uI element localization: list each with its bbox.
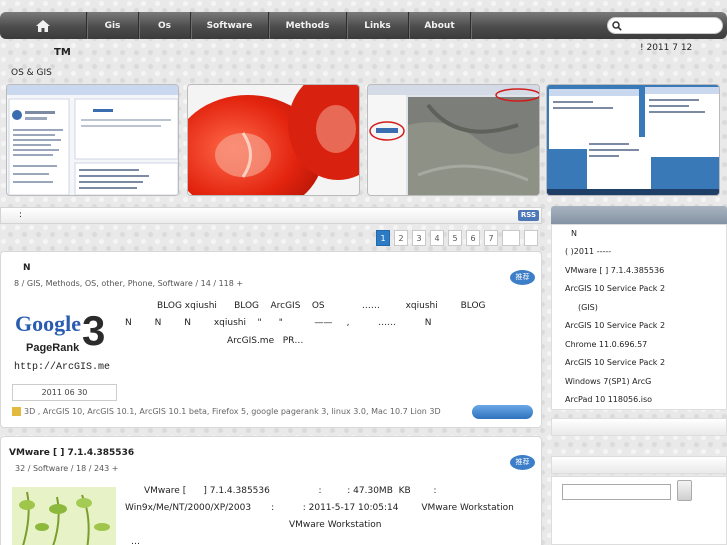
slide-arcgis-map-window[interactable] — [367, 84, 540, 196]
sidebar-item[interactable]: ArcGIS 10 Service Pack 2 — [565, 321, 665, 330]
sidebar-search-header — [551, 456, 727, 474]
sidebar-item[interactable]: ArcGIS 10 Service Pack 2 — [565, 358, 665, 367]
post-excerpt-line: VMware Workstation — [289, 520, 382, 530]
site-date: ! 2011 7 12 — [640, 43, 693, 53]
sidebar-item[interactable]: ArcPad 10 118056.iso — [565, 395, 652, 404]
page-button-7[interactable]: 7 — [484, 230, 498, 246]
page-button-4[interactable]: 4 — [430, 230, 444, 246]
post-thumbnail-google-pagerank[interactable]: Google 3 PageRank http://ArcGIS.me — [12, 301, 116, 376]
sidebar-header — [551, 206, 727, 224]
sidebar-search — [551, 476, 727, 545]
featured-slideshow — [6, 84, 720, 196]
info-text: : — [19, 210, 23, 220]
nav-home[interactable] — [0, 12, 87, 39]
post-meta: 8 / GIS, Methods, OS, other, Phone, Soft… — [14, 279, 244, 288]
sidebar-search-button[interactable] — [677, 480, 692, 501]
sidebar-item[interactable]: (GIS) — [578, 303, 598, 312]
post-card: N 8 / GIS, Methods, OS, other, Phone, So… — [0, 251, 542, 428]
sidebar-item[interactable]: Windows 7(SP1) ArcG — [565, 377, 651, 386]
post-title[interactable]: VMware [ ] 7.1.4.385536 — [9, 448, 134, 458]
page-button-1[interactable]: 1 — [376, 230, 390, 246]
sidebar-item[interactable]: N — [571, 229, 577, 238]
info-bar: : RSS — [0, 207, 542, 224]
page-button-next[interactable] — [502, 230, 520, 246]
nav-gis[interactable]: Gis — [87, 12, 139, 39]
post-excerpt-line: … — [131, 537, 140, 545]
slide-screenshot-window[interactable] — [6, 84, 179, 196]
nav-methods[interactable]: Methods — [269, 12, 347, 39]
read-more-button[interactable] — [472, 405, 533, 419]
search-icon[interactable] — [612, 20, 622, 31]
post-excerpt-line: N N N xqiushi " " —— , …… N — [125, 318, 432, 328]
post-excerpt-line: VMware [ ] 7.1.4.385536 : : 47.30MB KB : — [144, 486, 437, 496]
post-excerpt-line: ArcGIS.me PR… — [227, 336, 304, 346]
page-button-6[interactable]: 6 — [466, 230, 480, 246]
top-navigation-bar: Gis Os Software Methods Links About — [0, 12, 727, 39]
pagination: 1 2 3 4 5 6 7 — [376, 230, 542, 246]
search-input[interactable] — [625, 20, 719, 31]
post-card: VMware [ ] 7.1.4.385536 32 / Software / … — [0, 436, 542, 545]
page-button-2[interactable]: 2 — [394, 230, 408, 246]
post-tags: 3D , ArcGIS 10, ArcGIS 10.1, ArcGIS 10.1… — [12, 407, 452, 416]
post-excerpt-line: Win9x/Me/NT/2000/XP/2003 : : 2011-5-17 1… — [125, 503, 514, 513]
page-button-5[interactable]: 5 — [448, 230, 462, 246]
sidebar-item[interactable]: Chrome 11.0.696.57 — [565, 340, 647, 349]
sidebar-item[interactable]: VMware [ ] 7.1.4.385536 — [565, 266, 664, 275]
post-thumbnail-plant-image[interactable] — [12, 487, 116, 545]
rss-button[interactable]: RSS — [518, 210, 539, 221]
page-button-last[interactable] — [524, 230, 538, 246]
sidebar-item[interactable]: ( )2011 ----- — [565, 247, 611, 256]
sidebar-search-input[interactable] — [562, 484, 671, 500]
recommend-badge: 推荐 — [510, 270, 535, 285]
search-box — [607, 17, 723, 34]
tag-icon — [12, 407, 21, 416]
post-title[interactable]: N — [23, 263, 31, 273]
nav-os[interactable]: Os — [139, 12, 191, 39]
thumb-pagerank-number: 3 — [82, 307, 105, 354]
nav-software[interactable]: Software — [191, 12, 269, 39]
thumb-pagerank-label: PageRank — [26, 342, 80, 354]
nav-about[interactable]: About — [409, 12, 471, 39]
post-date: 2011 06 30 — [12, 384, 117, 401]
sidebar-recent-posts: N ( )2011 ----- VMware [ ] 7.1.4.385536 … — [551, 224, 727, 410]
site-subtitle: OS & GIS — [11, 68, 52, 78]
home-icon[interactable] — [35, 19, 51, 33]
slide-windows-desktop[interactable] — [546, 84, 720, 196]
sidebar-item[interactable]: ArcGIS 10 Service Pack 2 — [565, 284, 665, 293]
post-excerpt-line: BLOG xqiushi BLOG ArcGIS OS …… xqiushi B… — [157, 301, 486, 311]
post-meta: 32 / Software / 18 / 243 + — [15, 464, 119, 473]
thumb-url: http://ArcGIS.me — [14, 361, 110, 373]
sidebar-section-bar — [551, 418, 727, 436]
site-title: TM — [54, 47, 71, 58]
slide-tomato-photo[interactable] — [187, 84, 360, 196]
recommend-badge: 推荐 — [510, 455, 535, 470]
post-tags-text: 3D , ArcGIS 10, ArcGIS 10.1, ArcGIS 10.1… — [24, 407, 441, 416]
thumb-google-word: Google — [15, 311, 81, 336]
page-button-3[interactable]: 3 — [412, 230, 426, 246]
nav-links[interactable]: Links — [347, 12, 409, 39]
